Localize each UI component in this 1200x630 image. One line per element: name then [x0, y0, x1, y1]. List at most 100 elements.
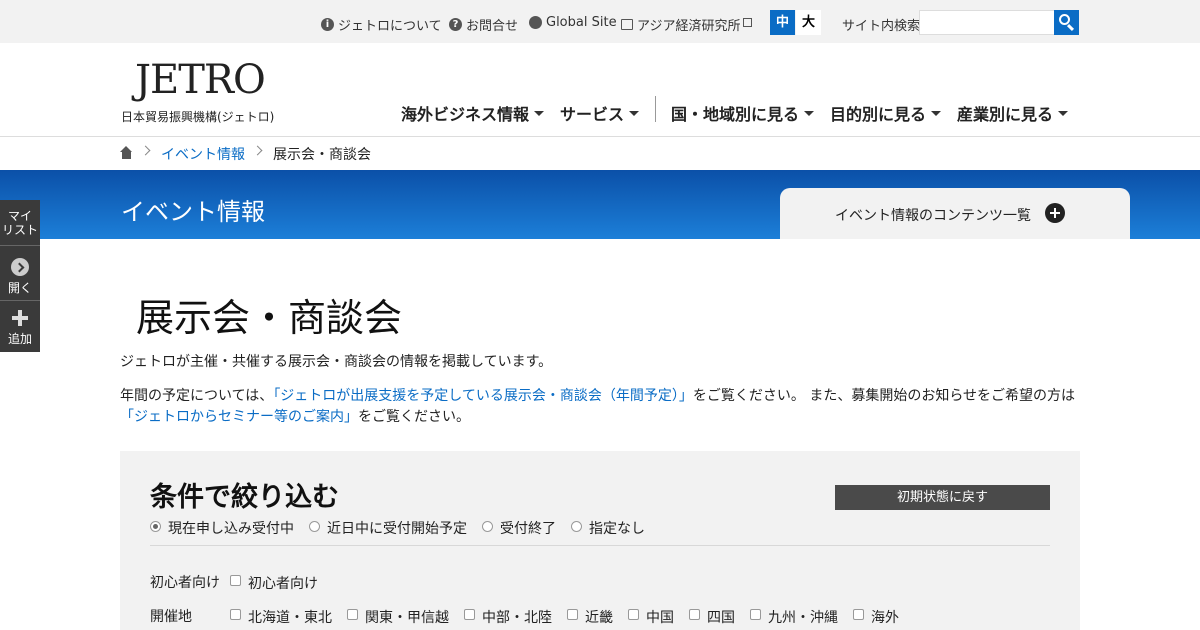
radio-selected-icon[interactable] [150, 520, 161, 532]
chevron-right-icon [140, 145, 151, 156]
checkbox-icon[interactable] [628, 608, 639, 620]
font-size-medium-button[interactable]: 中 [770, 10, 795, 35]
nav-by-industry[interactable]: 産業別に見る [957, 101, 1069, 125]
checkbox-label: 中部・北陸 [482, 610, 552, 626]
filter-divider [150, 545, 1050, 546]
nav-by-purpose[interactable]: 目的別に見る [830, 101, 942, 125]
checkbox-icon[interactable] [750, 608, 761, 620]
info-icon: i [321, 18, 334, 31]
region-checkbox-shikoku[interactable]: 四国 [689, 607, 735, 627]
status-radio-upcoming[interactable]: 近日中に受付開始予定 [309, 518, 467, 538]
font-size-large-button[interactable]: 大 [796, 10, 821, 35]
chevron-down-icon [1058, 110, 1069, 116]
nav-label: 海外ビジネス情報 [401, 105, 530, 124]
plus-circle-icon[interactable] [1045, 203, 1065, 223]
region-checkbox-hokkaido-tohoku[interactable]: 北海道・東北 [230, 607, 332, 627]
filter-title: 条件で絞り込む [150, 482, 339, 513]
schedule-paragraph: 年間の予定については、「ジェトロが出展支援を予定している展示会・商談会（年間予定… [120, 386, 1080, 428]
checkbox-label: 近畿 [585, 610, 613, 626]
chevron-down-icon [804, 110, 815, 116]
radio-icon[interactable] [571, 520, 582, 532]
nav-services[interactable]: サービス [560, 101, 640, 125]
beginner-checkbox[interactable]: 初心者向け [230, 573, 318, 593]
chevron-down-icon [931, 110, 942, 116]
checkbox-icon[interactable] [567, 608, 578, 620]
reset-filters-button[interactable]: 初期状態に戻す [835, 485, 1050, 510]
checkbox-label: 中国 [646, 610, 674, 626]
region-filter-label: 開催地 [150, 609, 192, 625]
checkbox-label: 関東・甲信越 [365, 610, 449, 626]
section-title: イベント情報 [121, 198, 265, 226]
intro-text: ジェトロが主催・共催する展示会・商談会の情報を掲載しています。 [120, 354, 553, 370]
nav-divider [655, 96, 656, 122]
ide-label: アジア経済研究所 [637, 19, 741, 34]
my-list-title-line1: マイ [7, 209, 32, 223]
radio-label: 指定なし [589, 521, 645, 537]
global-site-label: Global Site [546, 15, 617, 30]
beginner-filter-label: 初心者向け [150, 575, 220, 591]
radio-label: 受付終了 [500, 521, 556, 537]
radio-label: 現在申し込み受付中 [168, 521, 294, 537]
breadcrumb-event-info[interactable]: イベント情報 [161, 144, 245, 164]
logo-subtitle: 日本貿易振興機構(ジェトロ) [121, 110, 275, 124]
contact-link[interactable]: ? お問合せ [449, 15, 518, 34]
radio-icon[interactable] [309, 520, 320, 532]
about-jetro-label: ジェトロについて [338, 19, 442, 34]
radio-icon[interactable] [482, 520, 493, 532]
jetro-logo[interactable]: JETRO [135, 56, 266, 104]
paragraph-text: をご覧ください。 [358, 409, 470, 425]
region-checkbox-kyushu[interactable]: 九州・沖縄 [750, 607, 838, 627]
chevron-right-circle-icon[interactable] [11, 258, 29, 276]
checkbox-label: 四国 [707, 610, 735, 626]
chevron-down-icon [629, 110, 640, 116]
nav-label: 産業別に見る [957, 105, 1054, 124]
region-checkbox-kinki[interactable]: 近畿 [567, 607, 613, 627]
header-divider [0, 136, 1200, 137]
status-radio-accepting[interactable]: 現在申し込み受付中 [150, 518, 294, 538]
checkbox-icon[interactable] [689, 608, 700, 620]
nav-label: サービス [560, 105, 625, 124]
plus-icon[interactable] [12, 310, 28, 326]
paragraph-text: をご覧ください。 また、募集開始のお知らせをご希望の方は [692, 388, 1076, 404]
my-list-open-button[interactable]: 開く [0, 281, 40, 295]
globe-icon [529, 16, 542, 29]
radio-label: 近日中に受付開始予定 [327, 521, 467, 537]
nav-by-country[interactable]: 国・地域別に見る [671, 101, 815, 125]
checkbox-label: 九州・沖縄 [768, 610, 838, 626]
about-jetro-link[interactable]: i ジェトロについて [321, 15, 442, 34]
checkbox-label: 海外 [871, 610, 899, 626]
search-button[interactable] [1054, 10, 1079, 35]
external-link-icon [743, 18, 753, 27]
region-checkbox-chugoku[interactable]: 中国 [628, 607, 674, 627]
annual-schedule-link[interactable]: 「ジェトロが出展支援を予定している展示会・商談会（年間予定）」 [273, 388, 693, 404]
region-checkbox-chubu[interactable]: 中部・北陸 [464, 607, 552, 627]
ide-link[interactable]: アジア経済研究所 [621, 15, 753, 34]
checkbox-icon[interactable] [464, 608, 475, 620]
region-checkbox-overseas[interactable]: 海外 [853, 607, 899, 627]
question-icon: ? [449, 18, 462, 31]
checkbox-icon[interactable] [230, 608, 241, 620]
page-title: 展示会・商談会 [136, 296, 403, 340]
checkbox-icon[interactable] [230, 574, 241, 586]
checkbox-icon[interactable] [853, 608, 864, 620]
site-search-label: サイト内検索 [842, 19, 921, 34]
status-radio-any[interactable]: 指定なし [571, 518, 645, 538]
paragraph-text: 年間の予定については、 [120, 388, 274, 404]
nav-label: 目的別に見る [830, 105, 927, 124]
chevron-right-icon [252, 145, 263, 156]
site-search-input[interactable] [919, 10, 1055, 35]
checkbox-icon[interactable] [347, 608, 358, 620]
nav-overseas-business[interactable]: 海外ビジネス情報 [401, 101, 545, 125]
home-icon[interactable] [120, 146, 133, 159]
breadcrumb-current: 展示会・商談会 [273, 147, 371, 163]
contact-label: お問合せ [466, 19, 519, 34]
global-site-link[interactable]: Global Site [529, 15, 617, 30]
my-list-title-line2: リスト [1, 223, 38, 237]
nav-label: 国・地域別に見る [671, 105, 800, 124]
region-checkbox-kanto[interactable]: 関東・甲信越 [347, 607, 449, 627]
my-list-add-button[interactable]: 追加 [0, 332, 40, 346]
seminar-guide-link[interactable]: 「ジェトロからセミナー等のご案内」 [120, 409, 358, 425]
status-radio-closed[interactable]: 受付終了 [482, 518, 556, 538]
contents-list-label[interactable]: イベント情報のコンテンツ一覧 [835, 205, 1031, 225]
chevron-down-icon [534, 110, 545, 116]
